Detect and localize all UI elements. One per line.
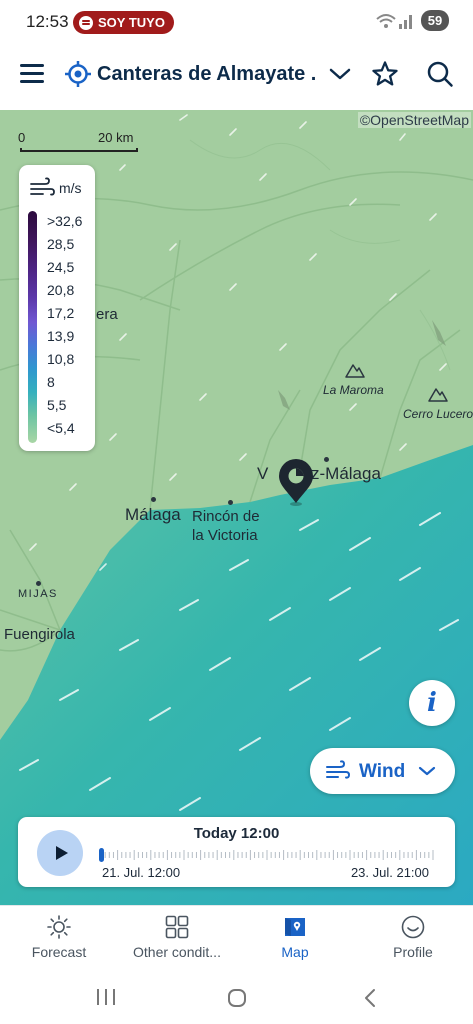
place-label-vera: era (96, 306, 118, 323)
nav-item-forecast[interactable]: Forecast (4, 914, 114, 964)
legend-label: 10,8 (47, 351, 75, 367)
town-dot (151, 497, 156, 502)
place-label-fuengirola: Fuengirola (4, 626, 75, 643)
legend-label: 8 (47, 374, 55, 390)
bottom-navigation: Forecast Other condit... Map Profile (0, 905, 473, 965)
timeline-slider[interactable] (99, 848, 435, 862)
place-label-velez-initial: V (257, 464, 269, 483)
location-title[interactable]: Canteras de Almayate ... (97, 63, 317, 86)
scale-start-label: 0 (18, 130, 26, 145)
place-label-rincon-line1: Rincón de (192, 508, 260, 525)
wind-speed-legend: m/s >32,6 28,5 24,5 20,8 17,2 13,9 10,8 … (19, 165, 95, 451)
town-dot (228, 500, 233, 505)
nav-label: Map (281, 944, 309, 960)
info-icon: i (427, 688, 437, 718)
recent-apps-icon[interactable] (95, 988, 117, 1006)
location-pin-icon[interactable] (277, 459, 315, 507)
wind-map[interactable]: ©OpenStreetMap 0 20 km m/s >32,6 28,5 24… (0, 110, 473, 905)
town-dot (324, 457, 329, 462)
layer-selector-button[interactable]: Wind (310, 748, 455, 794)
nav-item-map[interactable]: Map (240, 914, 350, 964)
battery-indicator: 59 (421, 10, 449, 31)
place-label-la-maroma: La Maroma (323, 383, 384, 397)
legend-label: 13,9 (47, 328, 75, 344)
mountain-icon (428, 388, 448, 402)
timeline-panel: Today 12:00 21. Jul. 12:00 23. Jul. 21:0… (18, 817, 455, 887)
media-playing-pill[interactable]: SOY TUYO (73, 11, 174, 34)
smiley-icon (401, 915, 425, 939)
town-dot (36, 581, 41, 586)
app-header: Canteras de Almayate ... (0, 44, 473, 110)
status-icons: 59 (375, 10, 449, 31)
scale-end-label: 20 km (98, 130, 134, 145)
place-label-mijas: MIJAS (18, 588, 58, 600)
home-icon[interactable] (227, 988, 247, 1008)
place-label-cerro-lucero: Cerro Lucero (403, 407, 473, 421)
star-favorite-icon[interactable] (371, 60, 399, 88)
wind-icon (326, 760, 350, 779)
mountain-icon (345, 364, 365, 378)
back-icon[interactable] (362, 988, 378, 1008)
legend-label: 5,5 (47, 397, 67, 413)
legend-color-scale (28, 211, 37, 443)
legend-unit: m/s (59, 180, 82, 196)
legend-label: 17,2 (47, 305, 75, 321)
legend-label: >32,6 (47, 213, 83, 229)
system-navigation-bar (0, 965, 473, 1024)
info-button[interactable]: i (409, 680, 455, 726)
timeline-start-label: 21. Jul. 12:00 (102, 865, 181, 880)
map-scale-bar: 0 20 km (18, 130, 142, 156)
search-icon[interactable] (426, 60, 454, 88)
legend-label: 20,8 (47, 282, 75, 298)
wind-icon (30, 177, 55, 196)
place-label-malaga: Málaga (125, 505, 181, 524)
legend-label: 28,5 (47, 236, 75, 252)
menu-button[interactable] (20, 64, 44, 84)
place-label-velez-malaga: z-Málaga (311, 464, 381, 483)
scale-line (20, 148, 138, 152)
timeline-current-time: Today 12:00 (193, 825, 280, 842)
nav-label: Other condit... (133, 944, 221, 960)
nav-label: Profile (393, 944, 433, 960)
place-label-rincon-line2: la Victoria (192, 527, 258, 544)
nav-label: Forecast (31, 944, 87, 960)
menu-icon (20, 64, 44, 67)
wifi-signal-icon (376, 13, 412, 29)
status-bar: 12:53 SOY TUYO 59 (0, 0, 473, 44)
map-icon (285, 918, 305, 936)
timeline-end-label: 23. Jul. 21:00 (350, 865, 429, 880)
nav-item-other-conditions[interactable]: Other condit... (122, 914, 232, 964)
media-label: SOY TUYO (98, 15, 165, 30)
location-target-icon (65, 61, 91, 87)
timeline-thumb[interactable] (99, 848, 104, 862)
spotify-icon (79, 15, 93, 30)
map-attribution[interactable]: ©OpenStreetMap (357, 112, 471, 128)
legend-label: 24,5 (47, 259, 75, 275)
layer-selector-label: Wind (359, 761, 406, 782)
chevron-down-icon[interactable] (326, 60, 354, 88)
legend-label: <5,4 (47, 420, 75, 436)
nav-item-profile[interactable]: Profile (358, 914, 468, 964)
chevron-down-icon (418, 766, 436, 776)
grid-icon (165, 915, 189, 939)
status-time: 12:53 (26, 12, 69, 31)
sun-icon (47, 915, 71, 939)
